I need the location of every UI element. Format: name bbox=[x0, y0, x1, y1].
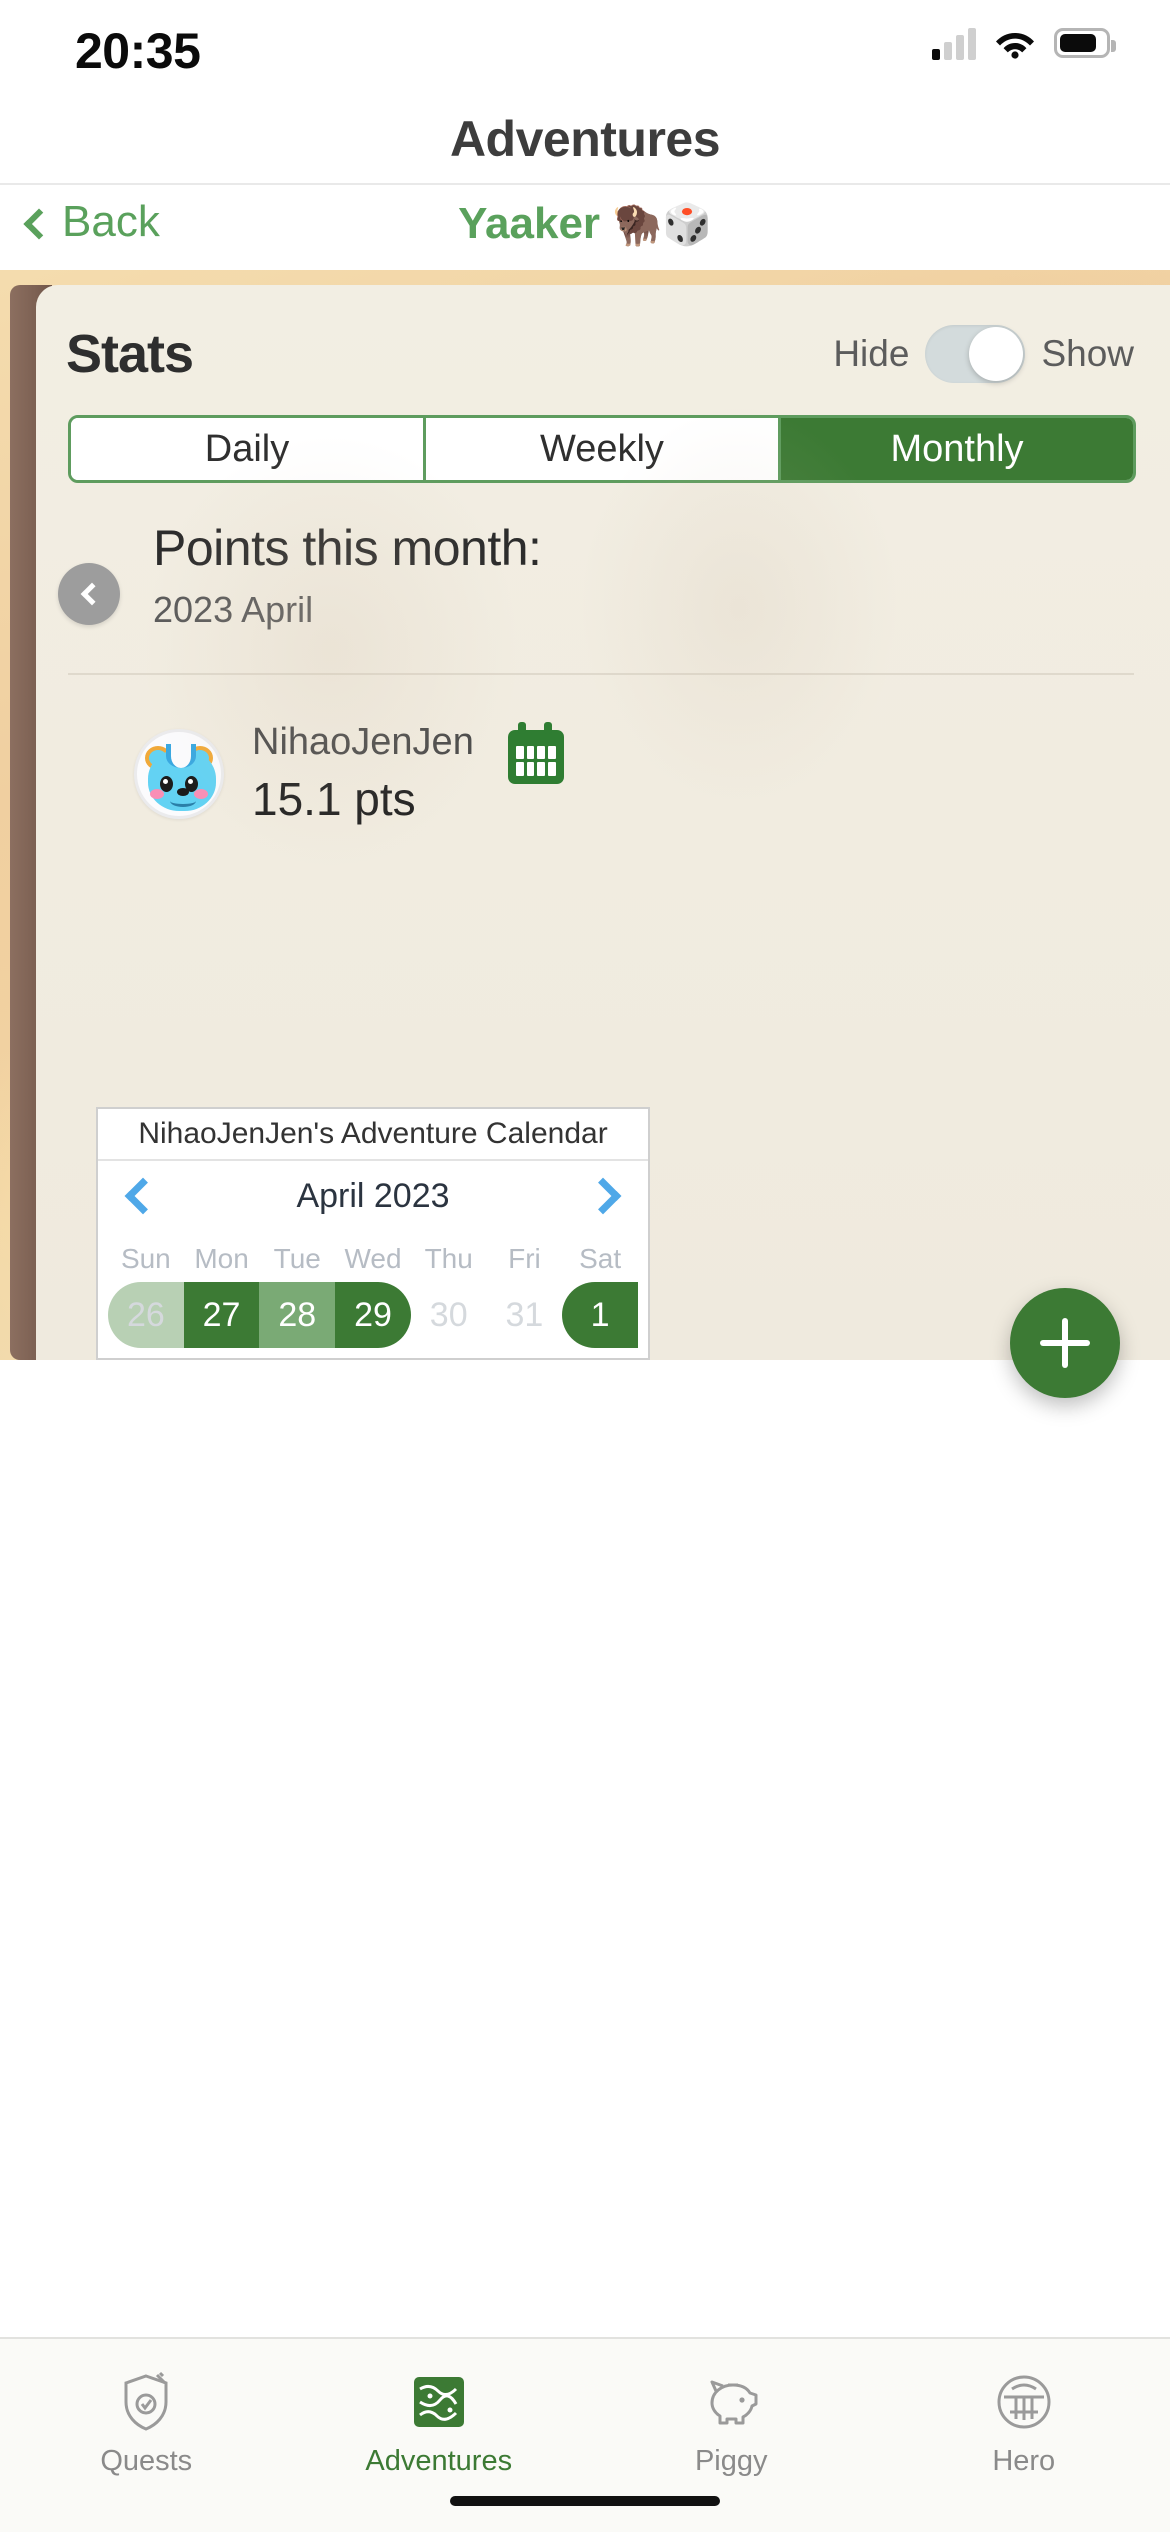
calendar-weekday-header: Sun Mon Tue Wed Thu Fri Sat bbox=[98, 1231, 648, 1275]
tab-label: Hero bbox=[992, 2445, 1056, 2477]
calendar-icon[interactable] bbox=[507, 721, 564, 784]
piggy-bank-icon bbox=[698, 2369, 764, 2435]
segment-monthly[interactable]: Monthly bbox=[781, 418, 1133, 480]
home-indicator bbox=[450, 2496, 720, 2506]
cellular-signal-icon bbox=[932, 26, 976, 60]
show-label: Show bbox=[1041, 333, 1134, 374]
adventure-calendar: NihaoJenJen's Adventure Calendar April 2… bbox=[96, 1107, 650, 1360]
calendar-day-number: 26 bbox=[126, 1295, 165, 1334]
stats-title: Stats bbox=[66, 324, 194, 384]
calendar-day-number: 31 bbox=[505, 1295, 544, 1334]
hide-show-toggle-group: Hide Show bbox=[833, 325, 1134, 383]
weekday-label: Sat bbox=[579, 1243, 622, 1274]
chevron-left-circle-icon[interactable] bbox=[58, 563, 120, 625]
group-name-header[interactable]: Yaaker 🦬🎲 bbox=[0, 199, 1170, 249]
tab-quests[interactable]: Quests bbox=[0, 2339, 293, 2532]
calendar-day-cell[interactable]: 28 bbox=[259, 1282, 336, 1348]
status-bar-time: 20:35 bbox=[75, 23, 201, 79]
weekday-label: Sun bbox=[120, 1243, 171, 1274]
calendar-day-number: 29 bbox=[354, 1295, 392, 1334]
page-title: Adventures bbox=[449, 111, 721, 167]
calendar-day-number: 28 bbox=[278, 1295, 317, 1334]
calendar-title: NihaoJenJen's Adventure Calendar bbox=[98, 1109, 648, 1161]
points-section: Points this month: 2023 April bbox=[36, 519, 1170, 631]
tab-hero[interactable]: Hero bbox=[878, 2339, 1170, 2532]
calendar-week-row: 26 27 28 29 30 31 1 bbox=[108, 1275, 638, 1355]
calendar-day-number: 30 bbox=[429, 1295, 468, 1334]
calendar-week-row: 2345678 bbox=[108, 1355, 638, 1358]
calendar-day-number: 1 bbox=[590, 1295, 610, 1334]
weekday-label: Tue bbox=[273, 1243, 321, 1274]
tab-label: Piggy bbox=[694, 2445, 768, 2477]
chevron-right-icon[interactable] bbox=[584, 1177, 622, 1215]
chevron-left-icon[interactable] bbox=[124, 1177, 162, 1215]
nav-bar: Adventures bbox=[0, 100, 1170, 185]
user-text-block: NihaoJenJen 15.1 pts bbox=[252, 721, 474, 826]
animal-avatar-icon bbox=[134, 728, 224, 819]
calendar-month-label: April 2023 bbox=[296, 1176, 450, 1215]
plus-icon bbox=[1040, 1318, 1090, 1368]
section-divider bbox=[68, 673, 1134, 675]
status-bar: 20:35 bbox=[0, 0, 1170, 100]
points-heading: Points this month: bbox=[153, 520, 542, 576]
period-label: 2023 April bbox=[153, 589, 314, 630]
calendar-day-cell[interactable]: 27 bbox=[183, 1282, 260, 1348]
shield-sword-icon bbox=[113, 2369, 179, 2435]
sub-nav-bar: Back Yaaker 🦬🎲 bbox=[0, 187, 1170, 270]
hero-helmet-icon bbox=[991, 2369, 1057, 2435]
weekday-label: Thu bbox=[424, 1243, 473, 1274]
user-stat-row[interactable]: NihaoJenJen 15.1 pts bbox=[134, 721, 1170, 826]
tab-label: Quests bbox=[100, 2445, 193, 2477]
battery-icon bbox=[1054, 28, 1116, 58]
calendar-day-cell[interactable]: 30 bbox=[411, 1282, 487, 1348]
calendar-grid: 2627282930311234567891011121314151617181… bbox=[98, 1275, 648, 1358]
calendar-day-cell[interactable]: 29 bbox=[335, 1282, 411, 1348]
tab-label: Adventures bbox=[365, 2445, 513, 2477]
wifi-icon bbox=[994, 27, 1036, 59]
calendar-day-cell[interactable]: 26 bbox=[108, 1282, 184, 1348]
segment-weekly[interactable]: Weekly bbox=[426, 418, 781, 480]
weekday-label: Wed bbox=[344, 1243, 402, 1274]
user-name: NihaoJenJen bbox=[252, 721, 474, 763]
calendar-day-number: 27 bbox=[202, 1295, 241, 1334]
add-adventure-button[interactable] bbox=[1010, 1288, 1120, 1398]
segment-daily[interactable]: Daily bbox=[71, 418, 426, 480]
map-icon bbox=[406, 2369, 472, 2435]
calendar-day-cell[interactable]: 1 bbox=[562, 1282, 638, 1348]
stats-header-row: Stats Hide Show bbox=[36, 285, 1170, 385]
user-points: 15.1 pts bbox=[252, 773, 416, 825]
calendar-day-cell[interactable]: 31 bbox=[487, 1282, 563, 1348]
group-emoji-icon: 🦬🎲 bbox=[612, 203, 712, 247]
weekday-label: Mon bbox=[194, 1243, 249, 1274]
group-name-label: Yaaker bbox=[458, 199, 601, 248]
hide-label: Hide bbox=[833, 333, 910, 374]
status-bar-icons bbox=[932, 26, 1116, 60]
period-segmented-control: Daily Weekly Monthly bbox=[68, 415, 1136, 483]
weekday-label: Fri bbox=[508, 1243, 541, 1274]
toggle-knob bbox=[969, 327, 1024, 381]
hide-show-toggle[interactable] bbox=[925, 325, 1026, 383]
calendar-nav: April 2023 bbox=[98, 1161, 648, 1231]
